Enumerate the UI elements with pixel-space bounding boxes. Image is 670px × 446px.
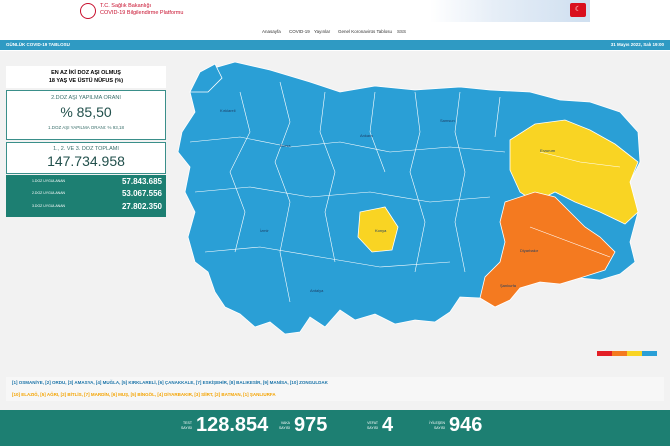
nav-item-home[interactable]: Anasayfa: [262, 29, 281, 34]
stat-label: VEFAT SAYISI: [366, 421, 378, 430]
panel-title-line1: EN AZ İKİ DOZ AŞI OLMUŞ: [51, 70, 121, 76]
nav-item-publications[interactable]: Yayınlar: [314, 29, 330, 34]
nav-item-covid19[interactable]: COVID-19: [289, 29, 310, 34]
dose-label: 2.DOZ UYGULANAN: [32, 191, 66, 195]
legend-yellow: [627, 351, 642, 356]
dose-row: 3.DOZ UYGULANAN 27.802.350: [12, 202, 162, 212]
stat-value: 975: [294, 414, 328, 436]
second-dose-label: 2.DOZ AŞI YAPILMA ORANI: [51, 95, 121, 101]
stat-label: TEST SAYISI: [180, 421, 192, 430]
second-dose-value: % 85,50: [60, 104, 112, 120]
nav-item-general-table[interactable]: Genel Koronavirüs Tablosu: [338, 29, 392, 34]
nav-item-faq[interactable]: SSS: [397, 29, 406, 34]
map-color-legend: [597, 351, 657, 356]
ministry-logo-icon[interactable]: [80, 3, 96, 19]
province-label: Samsun: [440, 118, 455, 123]
report-date: 31 Mayıs 2022, Salı 19:00: [610, 42, 664, 47]
turkish-flag-icon: ☾: [570, 3, 586, 17]
legend-red: [597, 351, 612, 356]
dose-row: 1.DOZ UYGULANAN 57.843.685: [12, 177, 162, 187]
province-label: Konya: [375, 228, 387, 233]
province-label: Erzurum: [540, 148, 556, 153]
province-label: Kırklareli: [220, 108, 236, 113]
header-banner: [430, 0, 590, 22]
province-label: Bursa: [280, 143, 291, 148]
dose-label: 3.DOZ UYGULANAN: [32, 204, 66, 208]
stat-value: 4: [382, 414, 394, 436]
platform-name: COVID-19 Bilgilendirme Platformu: [100, 10, 184, 16]
dose-value: 53.067.556: [121, 189, 162, 198]
province-label: Antalya: [310, 288, 324, 293]
stat-value: 128.854: [196, 414, 269, 436]
dose-total-box: 1., 2. VE 3. DOZ TOPLAMI 147.734.958: [6, 142, 166, 174]
daily-stats-bar: TEST SAYISI 128.854 VAKA SAYISI 975 VEFAT S…: [0, 410, 670, 446]
turkey-vaccination-map: Kırklareli Bursa Ankara Samsun İzmir Kon…: [177, 61, 641, 335]
panel-title-line2: 18 YAŞ VE ÜSTÜ NÜFUS (%): [48, 78, 124, 84]
province-label: Şanlıurfa: [500, 283, 517, 288]
legend-orange: [612, 351, 627, 356]
page-title: GÜNLÜK COVID-19 TABLOSU: [6, 42, 70, 47]
main-nav: Anasayfa COVID-19 Yayınlar Genel Koronav…: [0, 26, 670, 38]
daily-table-titlebar: GÜNLÜK COVID-19 TABLOSU 31 Mayıs 2022, S…: [0, 40, 670, 50]
ministry-name: T.C. Sağlık Bakanlığı: [100, 3, 152, 9]
dose-value: 27.802.350: [121, 202, 162, 211]
province-label: İzmir: [260, 228, 269, 233]
vaccination-panel-title: EN AZ İKİ DOZ AŞI OLMUŞ 18 YAŞ VE ÜSTÜ N…: [6, 66, 166, 88]
site-header: T.C. Sağlık Bakanlığı COVID-19 Bilgilend…: [0, 0, 670, 22]
ministry-title[interactable]: T.C. Sağlık Bakanlığı COVID-19 Bilgilend…: [100, 3, 183, 17]
dose-value: 57.843.685: [121, 177, 162, 186]
stat-label: İYİLEŞEN SAYISI: [429, 421, 445, 430]
province-label: Ankara: [360, 133, 373, 138]
top-provinces-list: [1] OSMANİYE, [2] ORDU, [3] AMASYA, [4] …: [12, 380, 328, 385]
dose-label: 1.DOZ UYGULANAN: [32, 179, 66, 183]
stat-value: 946: [449, 414, 483, 436]
second-dose-box: 2.DOZ AŞI YAPILMA ORANI % 85,50 1.DOZ AŞ…: [6, 90, 166, 140]
stat-label: VAKA SAYISI: [278, 421, 290, 430]
ranking-notes: [1] OSMANİYE, [2] ORDU, [3] AMASYA, [4] …: [6, 377, 664, 401]
legend-blue: [642, 351, 657, 356]
dose-row: 2.DOZ UYGULANAN 53.067.556: [12, 189, 162, 199]
dose-breakdown: 1.DOZ UYGULANAN 57.843.685 2.DOZ UYGULAN…: [6, 175, 166, 217]
dose-total-value: 147.734.958: [47, 153, 125, 169]
dose-total-label: 1., 2. VE 3. DOZ TOPLAMI: [53, 146, 119, 152]
bottom-provinces-list: [10] ELAZIĞ, [5] AĞRI, [2] BİTLİS, [7] M…: [12, 392, 276, 397]
province-label: Diyarbakır: [520, 248, 539, 253]
first-dose-note: 1.DOZ AŞI YAPILMA ORANI: % 93,18: [47, 125, 125, 130]
